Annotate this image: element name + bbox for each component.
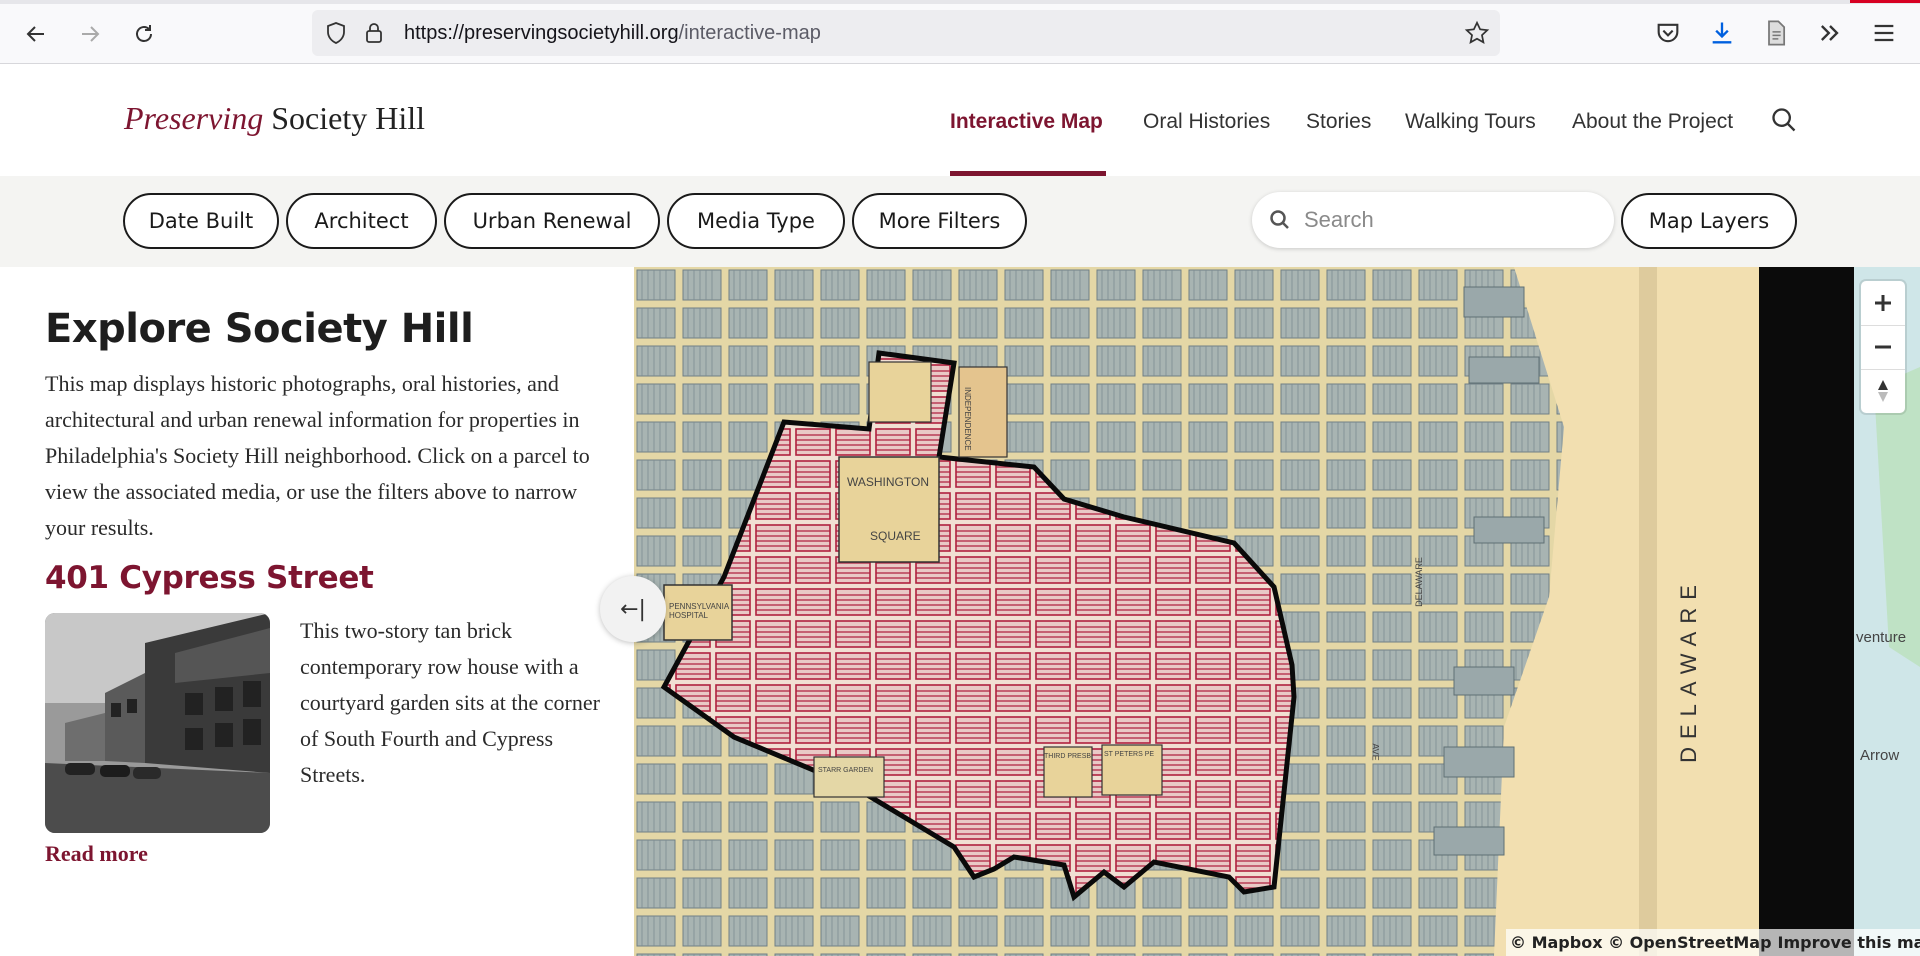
filter-media-type[interactable]: Media Type [667, 193, 845, 249]
reload-icon[interactable] [128, 18, 160, 50]
url-path: /interactive-map [678, 22, 821, 44]
map-search[interactable] [1252, 192, 1614, 248]
improve-map-link[interactable]: Improve this map [1778, 933, 1920, 952]
map-canvas[interactable]: WASHINGTON SQUARE PENNSYLVANIA HOSPITAL … [634, 267, 1920, 956]
info-panel: Explore Society Hill This map displays h… [0, 267, 634, 956]
filter-more-filters[interactable]: More Filters [852, 193, 1027, 249]
map-label-delaware-ave: DELAWARE [1413, 557, 1424, 607]
map-label-square: SQUARE [870, 529, 921, 543]
bookmark-star-icon[interactable] [1464, 20, 1490, 46]
site-logo[interactable]: Preserving Society Hill [124, 100, 425, 137]
filter-bar: Date Built Architect Urban Renewal Media… [0, 176, 1920, 267]
reader-view-icon[interactable] [1762, 19, 1790, 47]
site-header: Preserving Society Hill Interactive Map … [0, 64, 1920, 176]
map-zoom-controls [1861, 281, 1905, 413]
browser-toolbar: https://preservingsocietyhill.org/intera… [0, 0, 1920, 64]
property-photo[interactable] [45, 613, 270, 833]
panel-description: This map displays historic photographs, … [45, 371, 590, 540]
map-label-washington: WASHINGTON [847, 475, 930, 489]
map-layers-button[interactable]: Map Layers [1621, 193, 1797, 249]
filter-date-built[interactable]: Date Built [123, 193, 279, 249]
back-icon[interactable] [20, 18, 52, 50]
filter-urban-renewal[interactable]: Urban Renewal [444, 193, 660, 249]
search-icon [1270, 210, 1289, 229]
map-label-third-presb: THIRD PRESB [1044, 753, 1092, 760]
window-accent [1850, 0, 1920, 3]
nav-oral-histories[interactable]: Oral Histories [1143, 110, 1270, 134]
nav-interactive-map[interactable]: Interactive Map [950, 110, 1103, 134]
property-description: This two-story tan brick contemporary ro… [300, 618, 600, 787]
zoom-out-icon[interactable] [1861, 325, 1905, 369]
search-input[interactable] [1304, 204, 1594, 236]
map-label-st-peters: ST PETERS PE [1104, 751, 1155, 758]
nav-about-project[interactable]: About the Project [1572, 110, 1733, 134]
tracking-shield-icon[interactable] [324, 21, 348, 45]
overflow-chevron-icon[interactable] [1816, 19, 1844, 47]
map-label-starr-garden: STARR GARDEN [818, 767, 874, 774]
map-label-pennsylvania-hospital: PENNSYLVANIA HOSPITAL [669, 602, 729, 620]
address-bar[interactable]: https://preservingsocietyhill.org/intera… [312, 10, 1500, 56]
zoom-in-icon[interactable] [1861, 281, 1905, 325]
panel-title: Explore Society Hill [45, 306, 474, 352]
nav-walking-tours[interactable]: Walking Tours [1405, 110, 1536, 134]
map-attribution: © Mapbox © OpenStreetMap Improve this ma… [1506, 929, 1920, 956]
hamburger-menu-icon[interactable] [1870, 19, 1898, 47]
map-label-delaware-river: DELAWARE [1675, 577, 1701, 763]
forward-icon[interactable] [74, 18, 106, 50]
collapse-panel-button[interactable]: ←| [600, 576, 666, 642]
url-host: https://preservingsocietyhill.org [404, 22, 679, 44]
tab-strip-edge [0, 0, 1920, 4]
nav-stories[interactable]: Stories [1306, 110, 1371, 134]
logo-rest: Society Hill [263, 100, 425, 136]
attribution-text[interactable]: © Mapbox © OpenStreetMap [1510, 933, 1772, 952]
map-label-independence: INDEPENDENCE [963, 387, 972, 451]
map-label-venture: venture [1856, 629, 1907, 646]
filter-architect[interactable]: Architect [286, 193, 437, 249]
compass-icon[interactable] [1861, 369, 1905, 413]
map-label-ave: AVE [1370, 743, 1381, 761]
lock-icon[interactable] [362, 21, 386, 45]
pocket-icon[interactable] [1654, 19, 1682, 47]
downloads-icon[interactable] [1708, 19, 1736, 47]
url-text[interactable]: https://preservingsocietyhill.org/intera… [404, 22, 821, 45]
logo-accent: Preserving [124, 100, 264, 136]
search-icon[interactable] [1770, 106, 1798, 134]
read-more-link[interactable]: Read more [45, 841, 148, 867]
map-label-arrow: Arrow [1860, 747, 1900, 764]
property-title[interactable]: 401 Cypress Street [45, 560, 374, 596]
